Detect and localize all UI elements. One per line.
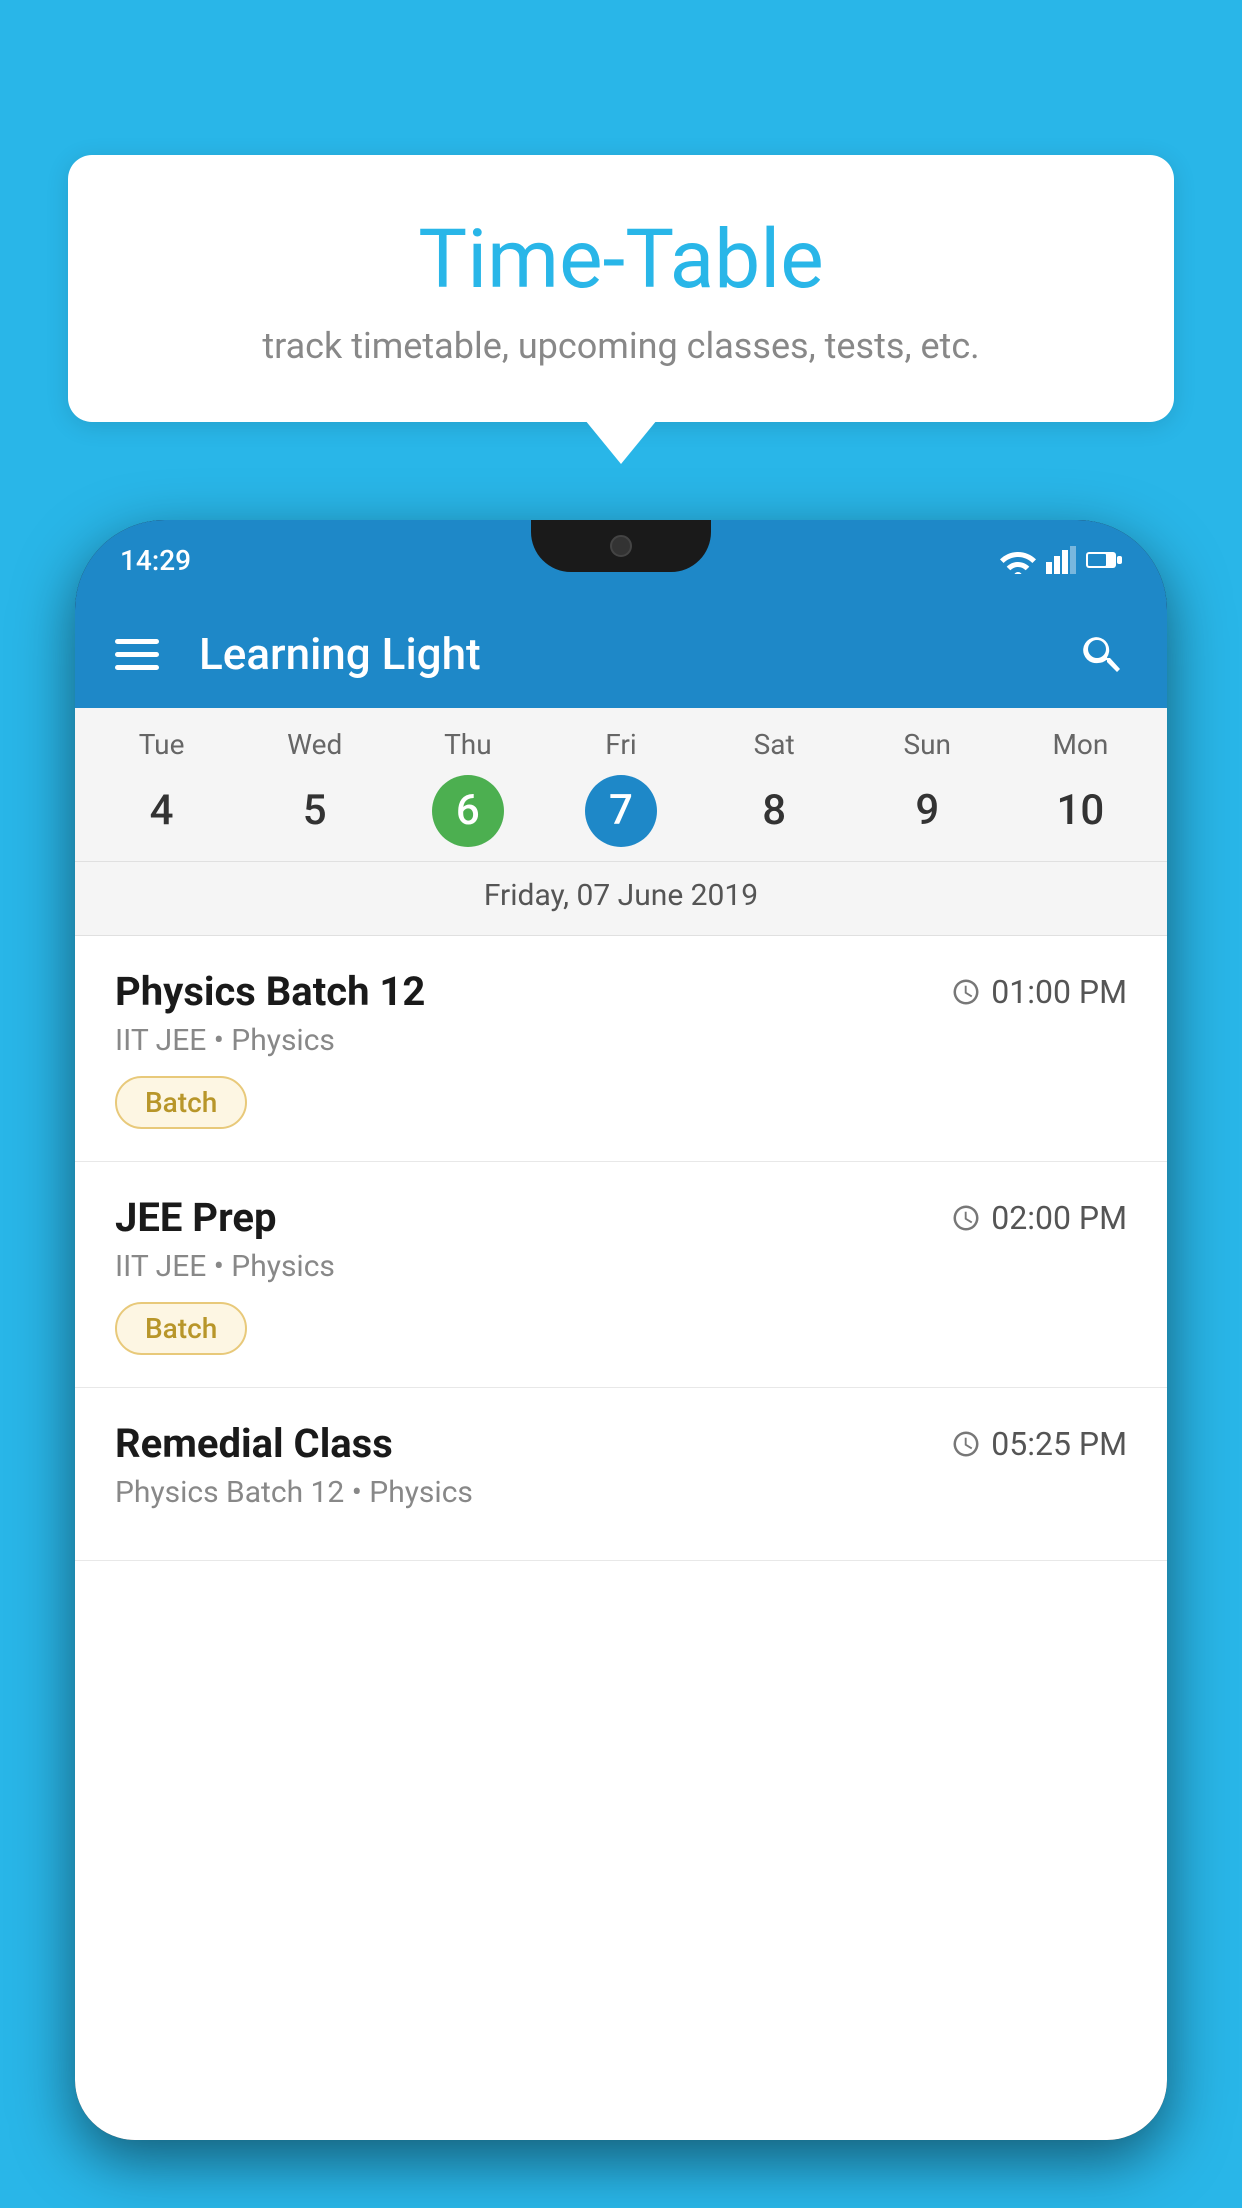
notch	[531, 520, 711, 572]
app-title: Learning Light	[199, 628, 1047, 680]
wifi-icon	[1000, 546, 1036, 574]
schedule-title: Remedial Class	[115, 1420, 393, 1467]
tooltip-title: Time-Table	[128, 215, 1114, 305]
day-name: Sat	[698, 728, 851, 761]
schedule-item-0[interactable]: Physics Batch 12 01:00 PM IIT JEE • Physic…	[75, 936, 1167, 1162]
day-number: 7	[585, 775, 657, 847]
status-icons	[1000, 546, 1122, 574]
schedule-subtitle: IIT JEE • Physics	[115, 1249, 1127, 1284]
day-number: 5	[279, 775, 351, 847]
search-button[interactable]	[1077, 629, 1127, 679]
status-bar: 14:29	[75, 520, 1167, 600]
schedule-title: Physics Batch 12	[115, 968, 425, 1015]
battery-icon	[1086, 550, 1122, 570]
day-name: Wed	[238, 728, 391, 761]
phone-frame: 14:29	[75, 520, 1167, 2140]
schedule-time: 05:25 PM	[951, 1425, 1127, 1463]
day-number: 10	[1044, 775, 1116, 847]
clock-icon	[951, 977, 981, 1007]
selected-date-label: Friday, 07 June 2019	[75, 861, 1167, 925]
batch-badge: Batch	[115, 1076, 247, 1129]
schedule-title: JEE Prep	[115, 1194, 276, 1241]
phone-content: Tue 4 Wed 5 Thu 6 Fri 7 Sat 8 Sun 9 Mon 10 Friday, 07…	[75, 708, 1167, 2140]
schedule-time: 02:00 PM	[951, 1199, 1127, 1237]
calendar-day-8[interactable]: Sat 8	[698, 728, 851, 847]
app-bar: Learning Light	[75, 600, 1167, 708]
tooltip-card: Time-Table track timetable, upcoming cla…	[68, 155, 1174, 422]
search-icon	[1078, 630, 1126, 678]
day-name: Mon	[1004, 728, 1157, 761]
calendar-day-10[interactable]: Mon 10	[1004, 728, 1157, 847]
day-number: 4	[126, 775, 198, 847]
status-time: 14:29	[120, 544, 191, 577]
front-camera	[610, 535, 632, 557]
phone-mockup: 14:29	[75, 520, 1167, 2208]
calendar-day-9[interactable]: Sun 9	[851, 728, 1004, 847]
schedule-time: 01:00 PM	[951, 973, 1127, 1011]
calendar-strip[interactable]: Tue 4 Wed 5 Thu 6 Fri 7 Sat 8 Sun 9 Mon 10 Friday, 07…	[75, 708, 1167, 936]
day-number: 6	[432, 775, 504, 847]
day-number: 8	[738, 775, 810, 847]
day-headers: Tue 4 Wed 5 Thu 6 Fri 7 Sat 8 Sun 9 Mon 10	[75, 728, 1167, 847]
signal-icon	[1046, 546, 1076, 574]
day-number: 9	[891, 775, 963, 847]
day-name: Fri	[544, 728, 697, 761]
schedule-item-2[interactable]: Remedial Class 05:25 PM Physics Batch 12 •…	[75, 1388, 1167, 1561]
clock-icon	[951, 1429, 981, 1459]
schedule-subtitle: Physics Batch 12 • Physics	[115, 1475, 1127, 1510]
day-name: Tue	[85, 728, 238, 761]
schedule-item-1[interactable]: JEE Prep 02:00 PM IIT JEE • Physics Batch	[75, 1162, 1167, 1388]
menu-icon[interactable]	[115, 639, 159, 670]
clock-icon	[951, 1203, 981, 1233]
batch-badge: Batch	[115, 1302, 247, 1355]
calendar-day-7[interactable]: Fri 7	[544, 728, 697, 847]
schedule-list: Physics Batch 12 01:00 PM IIT JEE • Physic…	[75, 936, 1167, 2140]
day-name: Thu	[391, 728, 544, 761]
calendar-day-4[interactable]: Tue 4	[85, 728, 238, 847]
calendar-day-6[interactable]: Thu 6	[391, 728, 544, 847]
day-name: Sun	[851, 728, 1004, 761]
tooltip-subtitle: track timetable, upcoming classes, tests…	[128, 325, 1114, 367]
schedule-subtitle: IIT JEE • Physics	[115, 1023, 1127, 1058]
calendar-day-5[interactable]: Wed 5	[238, 728, 391, 847]
